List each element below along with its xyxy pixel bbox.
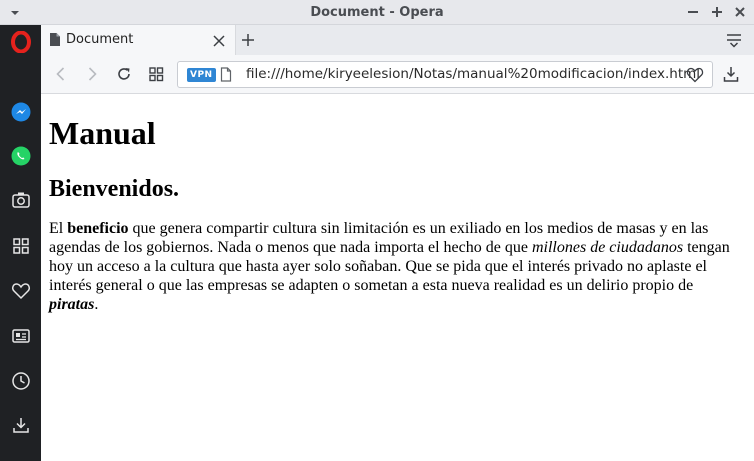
page-subheading: Bienvenidos. <box>49 176 180 202</box>
sidebar-downloads-button[interactable] <box>5 412 36 442</box>
sidebar-snapshot-button[interactable] <box>5 187 36 217</box>
sidebar-whatsapp-button[interactable] <box>5 143 36 173</box>
close-tab-icon[interactable] <box>212 33 226 47</box>
file-icon <box>49 32 61 51</box>
sidebar-messenger-button[interactable] <box>5 99 36 129</box>
maximize-icon[interactable] <box>708 3 726 21</box>
minimize-icon[interactable] <box>684 3 702 21</box>
url-text[interactable]: file:///home/kiryeelesion/Notas/manual%2… <box>246 62 700 87</box>
opera-logo-icon <box>10 30 31 57</box>
new-tab-icon[interactable] <box>239 31 257 49</box>
sidebar-speed-dial-button[interactable] <box>5 233 36 263</box>
heart-icon <box>11 282 31 304</box>
close-window-icon[interactable] <box>731 3 749 21</box>
window-title: Document - Opera <box>310 5 444 20</box>
speed-dial-toolbar-icon[interactable] <box>147 65 165 83</box>
camera-icon <box>11 191 31 213</box>
opera-menu-button[interactable] <box>5 29 36 59</box>
italic-term: millones de ciudadanos <box>531 239 684 256</box>
download-icon[interactable] <box>722 65 740 83</box>
tab-document[interactable]: Document <box>41 25 236 55</box>
bold-italic-term: piratas <box>49 296 95 313</box>
vpn-badge[interactable]: VPN <box>187 68 216 82</box>
navigation-toolbar: VPN file:///home/kiryeelesion/Notas/manu… <box>41 55 754 94</box>
tab-title: Document <box>66 32 134 47</box>
page-heading: Manual <box>49 115 156 151</box>
downloads-icon <box>11 415 31 439</box>
page-paragraph: El beneficio que genera compartir cultur… <box>49 219 739 314</box>
tab-menu-icon[interactable] <box>726 32 742 48</box>
page-content: Manual Bienvenidos. El beneficio que gen… <box>41 94 754 461</box>
paragraph-text: . <box>94 296 99 313</box>
address-bar[interactable]: VPN file:///home/kiryeelesion/Notas/manu… <box>177 61 713 88</box>
news-icon <box>11 327 31 349</box>
sidebar-news-button[interactable] <box>5 323 36 353</box>
messenger-icon <box>11 102 31 126</box>
back-icon[interactable] <box>52 65 70 83</box>
file-icon <box>220 67 232 86</box>
window-titlebar: Document - Opera <box>0 0 754 25</box>
bookmark-heart-icon[interactable] <box>686 67 704 87</box>
sidebar-bookmarks-button[interactable] <box>5 278 36 308</box>
tab-strip: Document <box>41 25 754 55</box>
bold-term: beneficio <box>67 220 129 237</box>
whatsapp-icon <box>11 146 31 170</box>
history-icon <box>11 371 31 395</box>
reload-icon[interactable] <box>115 65 133 83</box>
forward-icon[interactable] <box>83 65 101 83</box>
paragraph-text: El <box>49 220 68 237</box>
speed-dial-icon <box>12 237 30 259</box>
opera-sidebar <box>0 25 41 461</box>
sidebar-history-button[interactable] <box>5 368 36 398</box>
